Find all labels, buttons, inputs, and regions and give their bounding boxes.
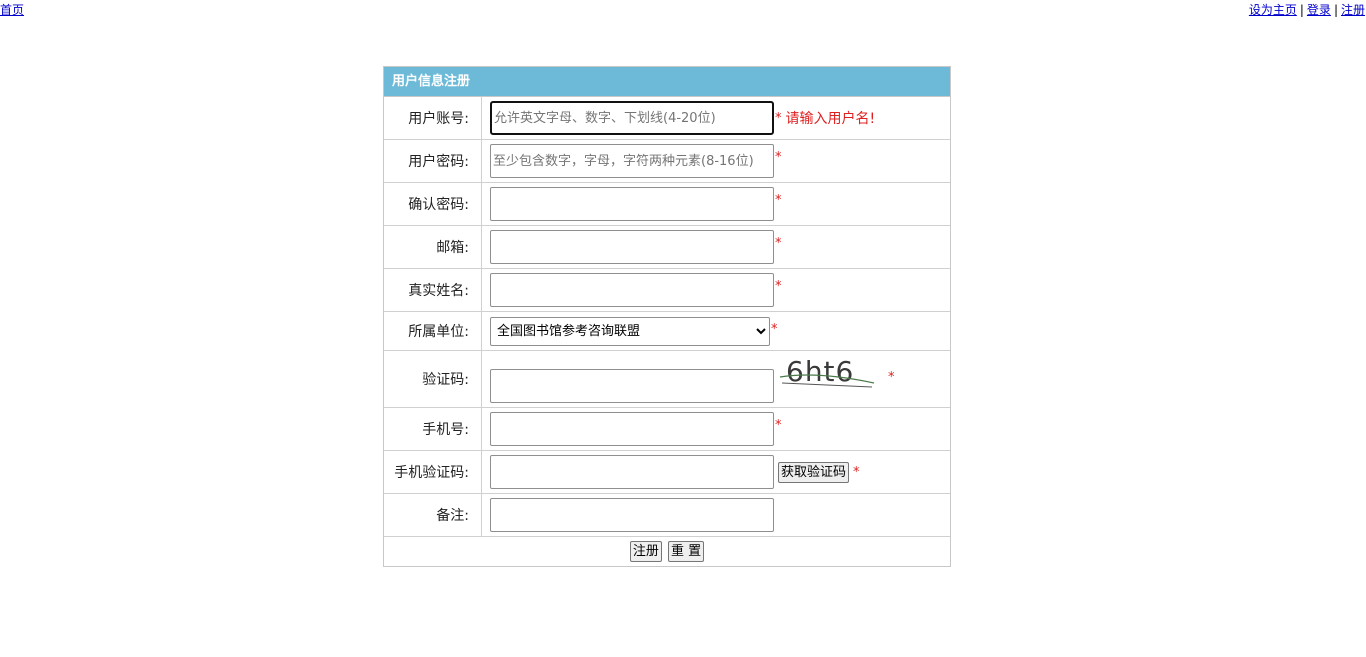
sms-code-cell: 获取验证码 * [482, 451, 950, 493]
password-cell: * [482, 140, 950, 182]
row-email: 邮箱: * [384, 226, 950, 269]
phone-cell: * [482, 408, 950, 450]
top-left-links: 首页 [0, 1, 24, 18]
username-cell: * 请输入用户名! [482, 97, 950, 139]
sms-code-input[interactable] [490, 455, 774, 489]
sms-code-label: 手机验证码: [384, 451, 482, 493]
home-link[interactable]: 首页 [0, 3, 24, 17]
set-homepage-link[interactable]: 设为主页 [1249, 3, 1297, 17]
row-actions: 注册 重 置 [384, 537, 950, 566]
form-title: 用户信息注册 [384, 67, 950, 97]
top-bar: 首页 设为主页 | 登录 | 注册 [0, 0, 1366, 18]
registration-form: 用户信息注册 用户账号: * 请输入用户名! 用户密码: * 确认密码: * 邮… [383, 66, 951, 567]
required-mark: * [775, 150, 782, 165]
organization-cell: 全国图书馆参考咨询联盟 * [482, 312, 950, 350]
link-separator: | [1333, 3, 1338, 17]
row-organization: 所属单位: 全国图书馆参考咨询联盟 * [384, 312, 950, 351]
email-label: 邮箱: [384, 226, 482, 268]
captcha-text: 6ht6 [786, 355, 854, 388]
row-sms-code: 手机验证码: 获取验证码 * [384, 451, 950, 494]
remark-label: 备注: [384, 494, 482, 536]
submit-button[interactable]: 注册 [629, 541, 662, 562]
password-input[interactable] [490, 144, 774, 178]
real-name-cell: * [482, 269, 950, 311]
organization-label: 所属单位: [384, 312, 482, 350]
row-phone: 手机号: * [384, 408, 950, 451]
email-input[interactable] [490, 230, 774, 264]
remark-cell [482, 494, 950, 536]
real-name-input[interactable] [490, 273, 774, 307]
captcha-cell: 6ht6 * [482, 351, 950, 407]
row-captcha: 验证码: 6ht6 * [384, 351, 950, 408]
required-mark: * [853, 464, 860, 480]
reset-button[interactable]: 重 置 [667, 541, 705, 562]
organization-select[interactable]: 全国图书馆参考咨询联盟 [490, 316, 770, 346]
phone-input[interactable] [490, 412, 774, 446]
required-mark: * [775, 279, 782, 294]
row-confirm-password: 确认密码: * [384, 183, 950, 226]
confirm-password-input[interactable] [490, 187, 774, 221]
row-username: 用户账号: * 请输入用户名! [384, 97, 950, 140]
row-password: 用户密码: * [384, 140, 950, 183]
real-name-label: 真实姓名: [384, 269, 482, 311]
row-real-name: 真实姓名: * [384, 269, 950, 312]
get-code-button[interactable]: 获取验证码 [778, 461, 850, 483]
email-cell: * [482, 226, 950, 268]
row-remark: 备注: [384, 494, 950, 537]
captcha-input[interactable] [490, 369, 774, 403]
phone-label: 手机号: [384, 408, 482, 450]
username-input[interactable] [490, 101, 774, 135]
captcha-image[interactable]: 6ht6 [778, 353, 878, 393]
required-mark: * [775, 110, 782, 126]
confirm-password-label: 确认密码: [384, 183, 482, 225]
confirm-password-cell: * [482, 183, 950, 225]
captcha-label: 验证码: [384, 351, 482, 407]
register-link[interactable]: 注册 [1341, 3, 1365, 17]
username-error: 请输入用户名! [785, 111, 876, 127]
required-mark: * [888, 369, 895, 385]
top-right-links: 设为主页 | 登录 | 注册 [1249, 1, 1365, 18]
required-mark: * [771, 322, 778, 337]
username-label: 用户账号: [384, 97, 482, 139]
link-separator: | [1299, 3, 1304, 17]
required-mark: * [775, 236, 782, 251]
remark-input[interactable] [490, 498, 774, 532]
password-label: 用户密码: [384, 140, 482, 182]
required-mark: * [775, 418, 782, 433]
login-link[interactable]: 登录 [1307, 3, 1331, 17]
required-mark: * [775, 193, 782, 208]
